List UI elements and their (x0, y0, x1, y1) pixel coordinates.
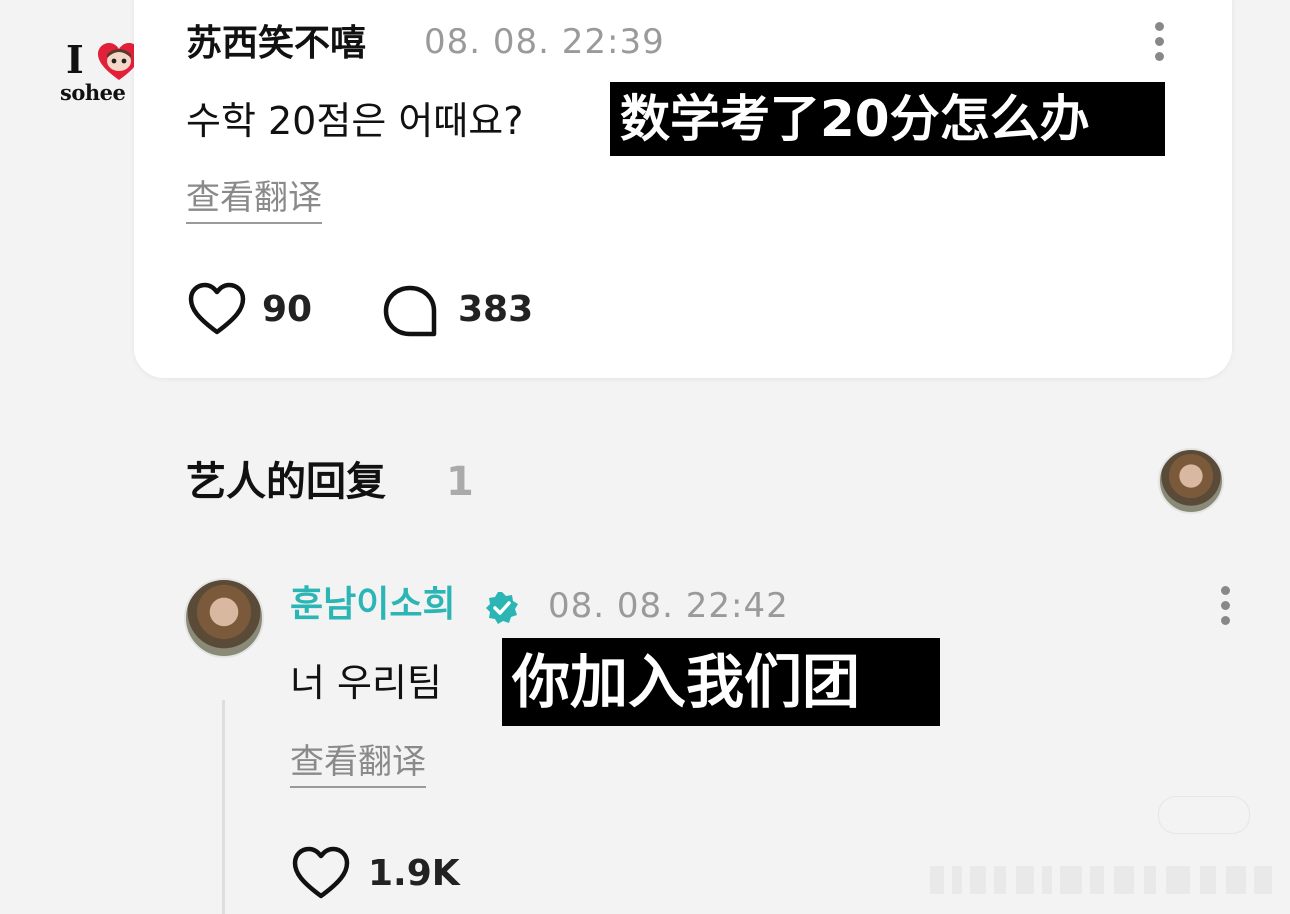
post-like-count: 90 (262, 289, 313, 330)
post-text: 수학 20점은 어때요? (186, 99, 524, 143)
artist-avatar-small[interactable] (1158, 448, 1224, 514)
post-caption-overlay: 数学考了20分怎么办 (610, 82, 1165, 156)
watermark-badge (1158, 796, 1250, 834)
logo-wordmark: sohee (60, 80, 126, 105)
reply-caption-overlay: 你加入我们团 (502, 638, 940, 726)
artist-reply-count: 1 (446, 459, 474, 505)
thread-line (222, 700, 225, 914)
post-translate-link[interactable]: 查看翻译 (186, 176, 322, 224)
reply-username[interactable]: 훈남이소희 (290, 582, 456, 628)
reply-text: 너 우리팀 (290, 661, 442, 705)
heart-icon[interactable] (292, 846, 350, 900)
post-timestamp: 08. 08. 22:39 (424, 22, 665, 62)
watermark-text (930, 866, 1275, 894)
reply-avatar[interactable] (184, 578, 264, 658)
heart-icon[interactable] (188, 282, 246, 336)
verified-badge-icon (486, 592, 518, 624)
more-vertical-icon[interactable] (1215, 586, 1235, 636)
reply-timestamp: 08. 08. 22:42 (548, 586, 789, 626)
more-vertical-icon[interactable] (1149, 22, 1169, 72)
post-comment-count: 383 (458, 289, 534, 330)
artist-reply-title: 艺人的回复 (186, 459, 386, 505)
post-username[interactable]: 苏西笑不嘻 (186, 22, 366, 66)
reply-like-count: 1.9K (368, 853, 460, 894)
reply-translate-link[interactable]: 查看翻译 (290, 740, 426, 788)
logo-i: I (66, 37, 84, 82)
comment-bubble-icon[interactable] (382, 284, 438, 338)
